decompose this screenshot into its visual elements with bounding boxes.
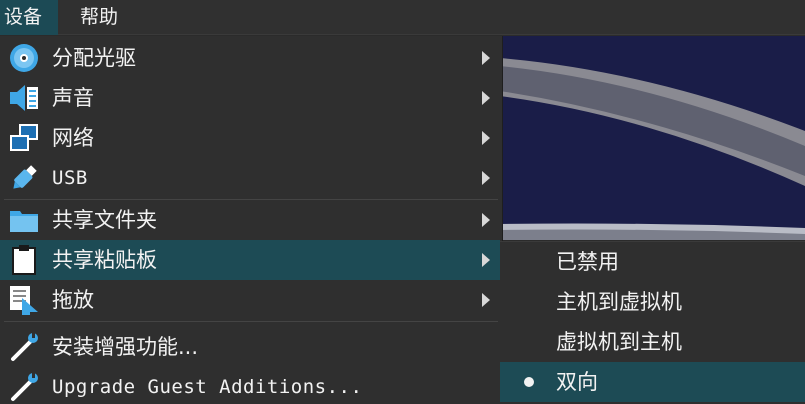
chevron-right-icon: [482, 293, 490, 307]
clipboard-submenu: 已禁用 主机到虚拟机 虚拟机到主机 双向: [500, 241, 805, 404]
menu-item-label: 共享粘贴板: [52, 248, 157, 272]
chevron-right-icon: [482, 51, 490, 65]
menu-item-label: 拖放: [52, 288, 94, 312]
menu-item-label: 网络: [52, 126, 94, 150]
menu-item-install-guest-additions[interactable]: 安装增强功能...: [0, 327, 500, 367]
menubar: 设备 帮助: [0, 0, 805, 35]
chevron-right-icon: [482, 171, 490, 185]
submenu-item-label: 虚拟机到主机: [556, 330, 682, 354]
submenu-item-guest-to-host[interactable]: 虚拟机到主机: [500, 322, 805, 362]
menu-item-label: 声音: [52, 86, 94, 110]
menu-item-label: Upgrade Guest Additions...: [52, 376, 363, 398]
chevron-right-icon: [482, 131, 490, 145]
menu-item-drag-drop[interactable]: 拖放: [0, 280, 500, 320]
radio-selected-icon: [524, 377, 534, 387]
chevron-right-icon: [482, 253, 490, 267]
devices-menu: 分配光驱 声音 网络 USB 共享文件夹 共享粘贴板 拖放 安装增强功能... …: [0, 36, 503, 404]
audio-icon: [8, 82, 40, 114]
menu-item-label: USB: [52, 167, 88, 189]
network-icon: [8, 122, 40, 154]
menu-devices[interactable]: 设备: [0, 0, 58, 35]
install-tool-icon: [8, 331, 40, 363]
submenu-item-label: 主机到虚拟机: [556, 290, 682, 314]
menu-item-upgrade-guest-additions[interactable]: Upgrade Guest Additions...: [0, 367, 500, 404]
drag-drop-icon: [8, 284, 40, 316]
menu-item-shared-clipboard[interactable]: 共享粘贴板: [0, 240, 500, 280]
menu-item-label: 安装增强功能...: [52, 335, 199, 359]
shared-folder-icon: [8, 204, 40, 236]
menu-item-usb[interactable]: USB: [0, 158, 500, 198]
menu-item-label: 分配光驱: [52, 46, 136, 70]
submenu-item-host-to-guest[interactable]: 主机到虚拟机: [500, 282, 805, 322]
vm-screen-background: [500, 36, 805, 240]
menu-item-label: 共享文件夹: [52, 208, 157, 232]
menu-item-optical-drive[interactable]: 分配光驱: [0, 38, 500, 78]
submenu-item-bidirectional[interactable]: 双向: [500, 362, 805, 402]
submenu-item-label: 双向: [556, 370, 598, 394]
clipboard-icon: [8, 244, 40, 276]
submenu-item-label: 已禁用: [556, 250, 619, 274]
upgrade-tool-icon: [8, 371, 40, 403]
menu-item-network[interactable]: 网络: [0, 118, 500, 158]
optical-disc-icon: [8, 42, 40, 74]
menu-item-shared-folders[interactable]: 共享文件夹: [0, 200, 500, 240]
chevron-right-icon: [482, 213, 490, 227]
chevron-right-icon: [482, 91, 490, 105]
menu-item-audio[interactable]: 声音: [0, 78, 500, 118]
menu-separator: [4, 321, 498, 322]
usb-icon: [8, 162, 40, 194]
submenu-item-disabled[interactable]: 已禁用: [500, 242, 805, 282]
menu-help[interactable]: 帮助: [58, 0, 122, 35]
